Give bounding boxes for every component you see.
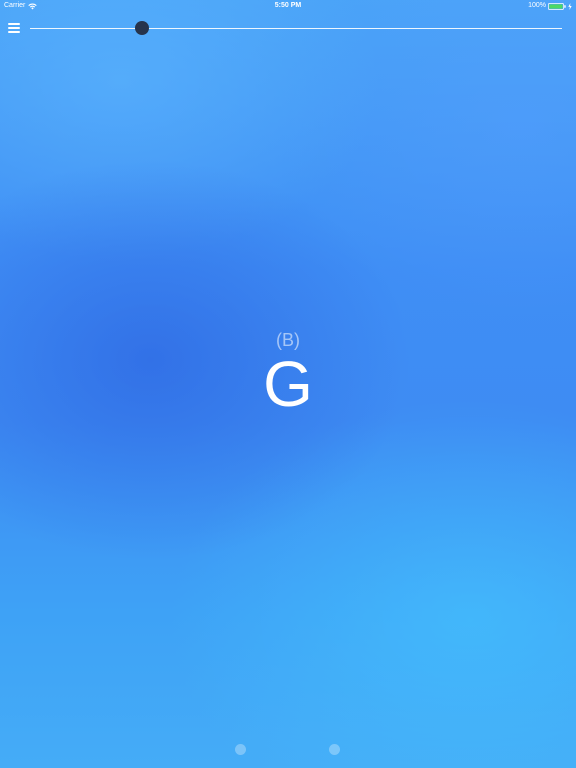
hamburger-menu-icon[interactable] [6,21,22,35]
battery-icon [548,2,566,10]
position-slider[interactable] [30,18,562,38]
status-time: 5:50 PM [274,2,302,9]
page-dot[interactable] [329,744,340,755]
battery-percent: 100% [528,2,546,9]
page-indicator [0,744,576,756]
charging-bolt-icon [568,2,572,10]
page-dot[interactable] [235,744,246,755]
menu-bar [8,27,20,29]
slider-track[interactable] [30,28,562,29]
slider-thumb[interactable] [134,21,149,35]
main-note-label: G [263,348,313,420]
menu-bar [8,31,20,33]
status-bar: Carrier 5:50 PM 100% [0,0,576,12]
menu-bar [8,23,20,25]
battery-group: 100% [528,0,572,12]
